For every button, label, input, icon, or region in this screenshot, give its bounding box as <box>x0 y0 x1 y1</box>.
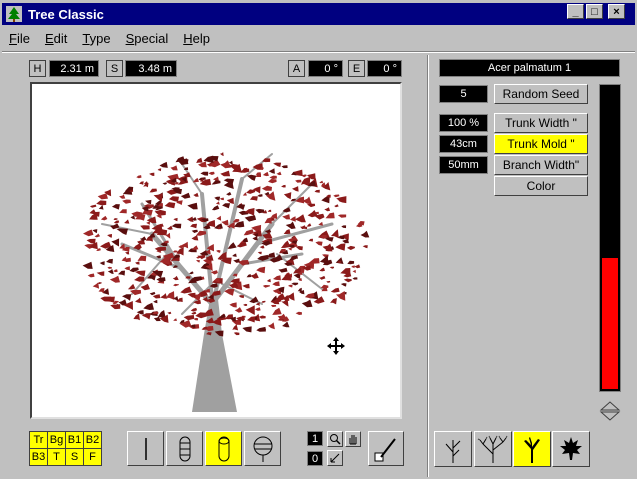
layer-tr[interactable]: Tr <box>30 432 47 448</box>
view-counter-bottom[interactable]: 0 <box>307 451 323 466</box>
trunk-mold-value[interactable]: 43cm <box>439 135 488 153</box>
meter-adjust-icon[interactable] <box>598 400 622 422</box>
color-button[interactable]: Color <box>494 176 588 196</box>
title-bar: Tree Classic <box>2 3 635 25</box>
bushy-tree-type-button[interactable] <box>474 431 512 467</box>
menu-bar: File Edit Type Special Help <box>2 27 635 49</box>
maple-leaf-icon <box>560 437 582 460</box>
layer-selector: Tr Bg B1 B2 B3 T S F <box>29 431 102 466</box>
layer-t[interactable]: T <box>48 449 65 465</box>
layer-bg[interactable]: Bg <box>48 432 65 448</box>
tree-viewport[interactable] <box>30 82 402 419</box>
bare-tree-type-button[interactable] <box>434 431 472 467</box>
leaf-render-button[interactable] <box>244 431 281 466</box>
tree-rendering <box>82 152 370 412</box>
species-name[interactable]: Acer palmatum 1 <box>439 59 620 77</box>
menu-help[interactable]: Help <box>183 31 210 46</box>
hand-icon <box>349 435 357 445</box>
magnifier-icon <box>330 434 341 445</box>
close-button[interactable]: × <box>608 4 625 19</box>
height-label: H <box>29 60 46 77</box>
view-counter-top[interactable]: 1 <box>307 431 323 446</box>
layer-b1[interactable]: B1 <box>66 432 83 448</box>
line-render-button[interactable] <box>127 431 164 466</box>
move-cursor-icon <box>327 337 345 355</box>
cylinder-render-button[interactable] <box>205 431 242 466</box>
height-value[interactable]: 2.31 m <box>49 60 99 77</box>
zoom-button[interactable] <box>327 431 343 447</box>
seed-value[interactable]: 5 <box>439 85 488 103</box>
bare-tree-icon <box>445 440 461 463</box>
spread-label: S <box>106 60 123 77</box>
panel-divider <box>427 55 429 477</box>
leaf-cone-icon <box>253 436 272 462</box>
bushy-tree-icon <box>477 435 508 463</box>
pan-button[interactable] <box>345 431 361 447</box>
trunk-width-button[interactable]: Trunk Width " <box>494 113 588 133</box>
layer-s[interactable]: S <box>66 449 83 465</box>
spread-value[interactable]: 3.48 m <box>125 60 177 77</box>
branch-width-value[interactable]: 50mm <box>439 156 488 174</box>
branching-tree-icon <box>524 437 540 463</box>
layer-b2[interactable]: B2 <box>84 432 101 448</box>
menu-separator <box>2 51 635 53</box>
branch-width-button[interactable]: Branch Width" <box>494 155 588 175</box>
tree-app-icon[interactable] <box>6 6 22 22</box>
paintbrush-icon <box>374 437 396 461</box>
angle-value[interactable]: 0 ° <box>308 60 343 77</box>
leaf-type-button[interactable] <box>552 431 590 467</box>
angle-label: A <box>288 60 305 77</box>
menu-special[interactable]: Special <box>126 31 169 46</box>
cylinder-icon <box>218 436 229 461</box>
line-icon <box>144 437 147 460</box>
elevation-label: E <box>348 60 365 77</box>
layer-b3[interactable]: B3 <box>30 449 47 465</box>
layer-f[interactable]: F <box>84 449 101 465</box>
paint-button[interactable] <box>368 431 404 466</box>
minimize-button[interactable]: _ <box>567 4 584 19</box>
branching-tree-type-button[interactable] <box>513 431 551 467</box>
rotate-icon <box>330 453 340 463</box>
level-meter[interactable] <box>599 84 621 392</box>
menu-edit[interactable]: Edit <box>45 31 67 46</box>
trunk-mold-button[interactable]: Trunk Mold " <box>494 134 588 154</box>
trunk-width-value[interactable]: 100 % <box>439 114 488 132</box>
menu-file[interactable]: File <box>9 31 30 46</box>
maximize-button[interactable]: □ <box>586 4 603 19</box>
menu-type[interactable]: Type <box>82 31 110 46</box>
segments-icon <box>179 436 190 461</box>
window-title: Tree Classic <box>28 6 104 22</box>
segment-render-button[interactable] <box>166 431 203 466</box>
rotate-button[interactable] <box>327 450 343 466</box>
level-meter-fill <box>602 258 618 389</box>
random-seed-button[interactable]: Random Seed <box>494 84 588 104</box>
elevation-value[interactable]: 0 ° <box>367 60 402 77</box>
